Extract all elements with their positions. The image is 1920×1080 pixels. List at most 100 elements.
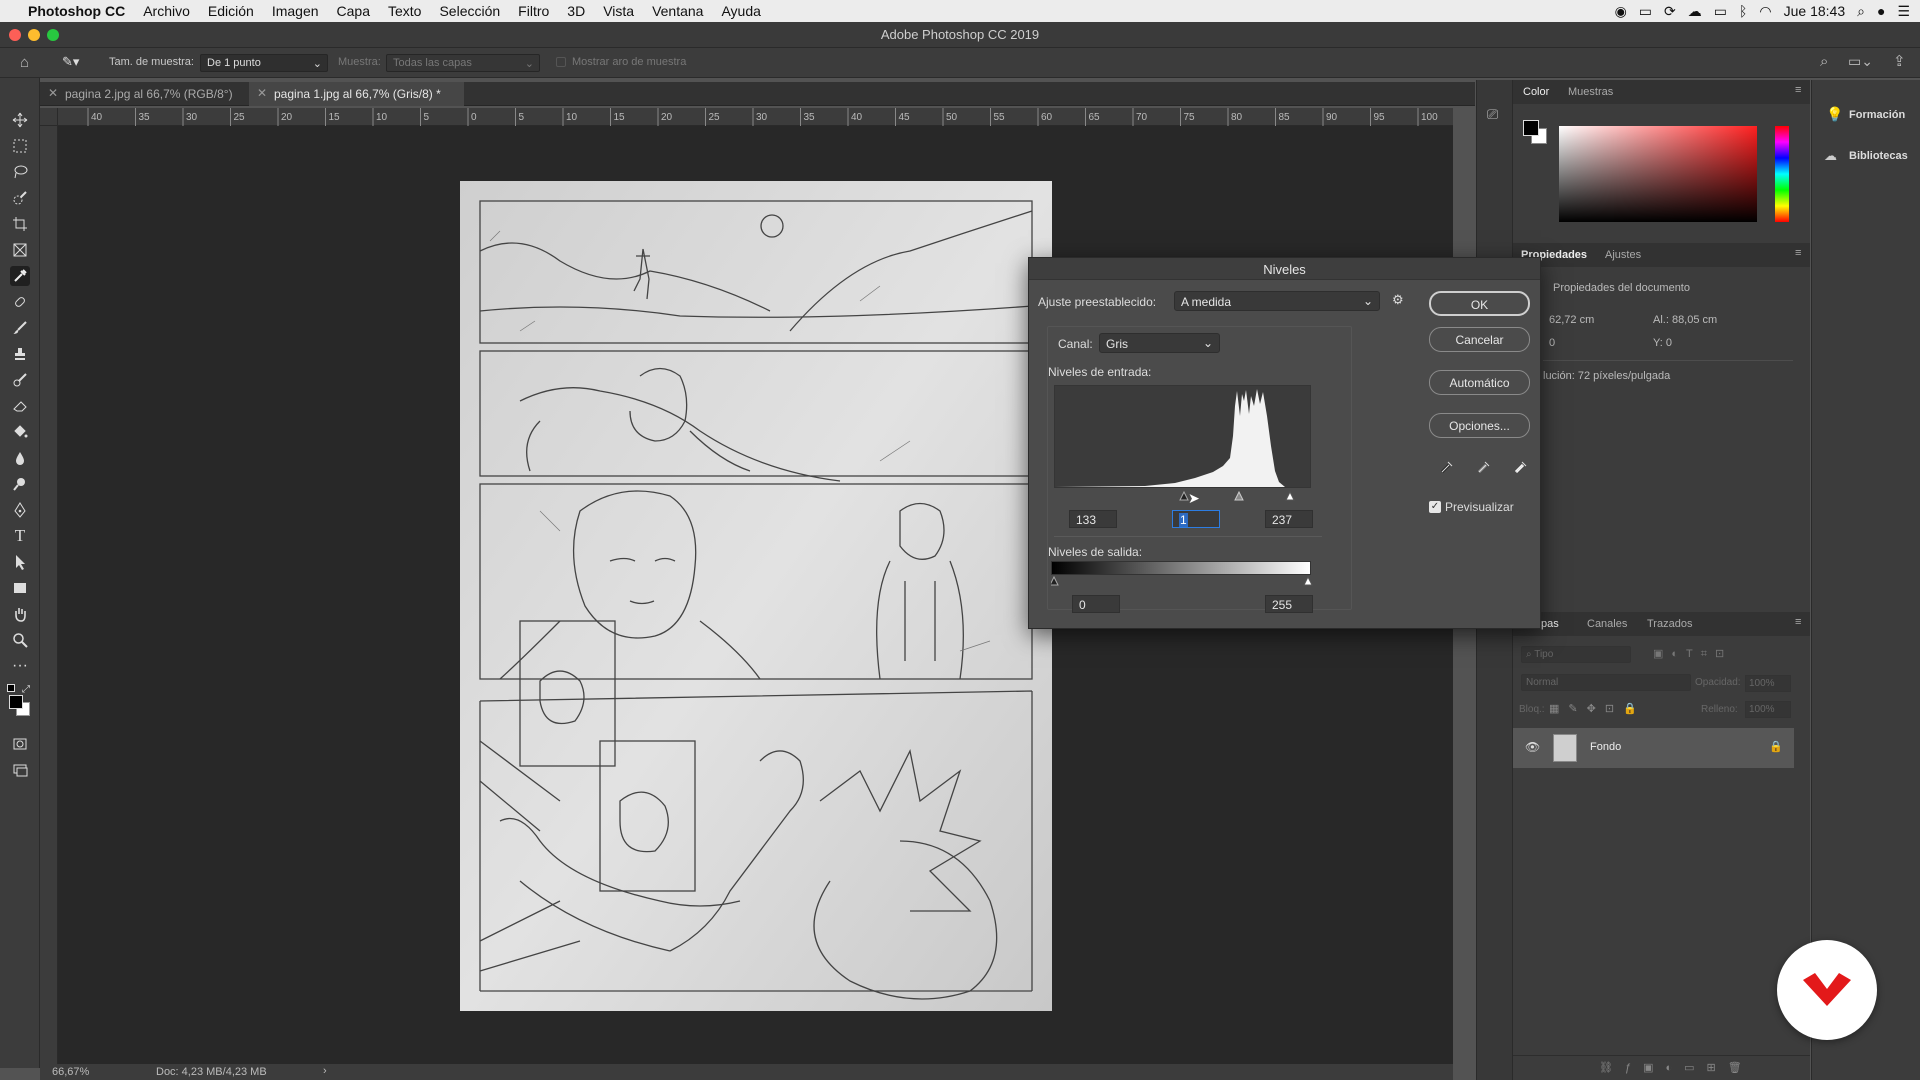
options-button[interactable]: Opciones...	[1429, 413, 1530, 438]
share-icon[interactable]: ⇪	[1893, 52, 1906, 70]
tab-paths[interactable]: Trazados	[1647, 618, 1692, 630]
output-black-field[interactable]: 0	[1072, 595, 1120, 613]
workspace-icon[interactable]: ▭⌄	[1848, 53, 1873, 70]
libraries-panel-button[interactable]: Bibliotecas	[1849, 150, 1908, 162]
output-slider[interactable]	[1051, 575, 1313, 587]
vertical-ruler[interactable]	[40, 126, 58, 1064]
airplay-icon[interactable]: ▭	[1714, 3, 1727, 20]
menu-imagen[interactable]: Imagen	[263, 3, 328, 19]
menu-archivo[interactable]: Archivo	[134, 3, 199, 19]
panel-menu-icon[interactable]: ≡	[1795, 247, 1801, 259]
crop-tool-icon[interactable]	[10, 214, 30, 234]
menu-ventana[interactable]: Ventana	[643, 3, 712, 19]
black-point-eyedropper-icon[interactable]	[1439, 459, 1455, 475]
record-icon[interactable]: ◉	[1615, 3, 1627, 20]
tab-color[interactable]: Color	[1523, 86, 1549, 98]
comic-page-image[interactable]	[460, 181, 1052, 1011]
marquee-tool-icon[interactable]	[10, 136, 30, 156]
path-selection-tool-icon[interactable]	[10, 552, 30, 572]
more-tools-icon[interactable]: ···	[10, 656, 30, 676]
learn-panel-button[interactable]: Formación	[1849, 109, 1905, 121]
default-colors-icon[interactable]	[7, 684, 15, 692]
status-menu-arrow-icon[interactable]: ›	[323, 1065, 327, 1077]
layer-name[interactable]: Fondo	[1590, 741, 1621, 753]
white-point-eyedropper-icon[interactable]	[1513, 459, 1529, 475]
menu-seleccion[interactable]: Selección	[430, 3, 509, 19]
display-icon[interactable]: ▭	[1639, 3, 1652, 20]
siri-icon[interactable]: ●	[1877, 3, 1885, 19]
doc-y[interactable]: Y: 0	[1653, 337, 1672, 349]
pen-tool-icon[interactable]	[10, 500, 30, 520]
color-picker-field[interactable]	[1559, 126, 1757, 222]
lock-icon[interactable]: 🔒	[1769, 740, 1783, 753]
hue-slider[interactable]	[1775, 126, 1789, 222]
tab-pagina-2[interactable]: ✕ pagina 2.jpg al 66,7% (RGB/8°)	[40, 82, 248, 106]
preset-options-gear-icon[interactable]: ⚙	[1392, 292, 1404, 308]
bluetooth-icon[interactable]: ᛒ	[1739, 3, 1747, 19]
zoom-level[interactable]: 66,67%	[52, 1066, 89, 1078]
ok-button[interactable]: OK	[1429, 291, 1530, 316]
layer-filter-input[interactable]: ⌕ Tipo	[1521, 646, 1631, 663]
horizontal-ruler[interactable]: 40 35 30 25 20 15 10 5 0 5 10 15 20 25 30 35 40 45 50 55 60 6…	[58, 108, 1453, 126]
visibility-eye-icon[interactable]: 👁	[1525, 740, 1540, 754]
tab-channels[interactable]: Canales	[1587, 618, 1627, 630]
blend-mode-select[interactable]: Normal	[1521, 674, 1691, 691]
input-gamma-field[interactable]: 1	[1172, 510, 1220, 528]
panel-menu-icon[interactable]: ≡	[1795, 84, 1801, 96]
search-icon[interactable]: ⌕	[1820, 53, 1828, 70]
brush-tool-icon[interactable]	[10, 318, 30, 338]
menu-app-name[interactable]: Photoshop CC	[18, 3, 134, 19]
quick-mask-icon[interactable]	[10, 734, 30, 754]
zoom-tool-icon[interactable]	[10, 630, 30, 650]
notification-center-icon[interactable]: ☰	[1897, 3, 1910, 20]
preset-select[interactable]: A medida ⌄	[1174, 291, 1380, 311]
gray-point-eyedropper-icon[interactable]	[1476, 459, 1492, 475]
preview-checkbox[interactable]: ✓	[1429, 501, 1441, 513]
tab-swatches[interactable]: Muestras	[1568, 86, 1613, 98]
color-swatches[interactable]: ⤢	[6, 684, 34, 718]
sync-icon[interactable]: ⟳	[1664, 3, 1676, 20]
rectangle-tool-icon[interactable]	[10, 578, 30, 598]
show-ring-checkbox[interactable]	[556, 57, 566, 67]
sample-layers-select[interactable]: Todas las capas ⌄	[386, 54, 540, 72]
auto-button[interactable]: Automático	[1429, 370, 1530, 395]
menu-edicion[interactable]: Edición	[199, 3, 263, 19]
input-white-field[interactable]: 237	[1265, 510, 1313, 528]
menu-filtro[interactable]: Filtro	[509, 3, 558, 19]
output-white-handle[interactable]	[1303, 575, 1313, 586]
frame-tool-icon[interactable]	[10, 240, 30, 260]
eyedropper-tool-preset-icon[interactable]: ✎▾	[62, 54, 79, 70]
blur-tool-icon[interactable]	[10, 448, 30, 468]
screen-mode-icon[interactable]	[10, 760, 30, 780]
quick-selection-tool-icon[interactable]	[10, 188, 30, 208]
move-tool-icon[interactable]	[10, 110, 30, 130]
swap-colors-icon[interactable]: ⤢	[22, 684, 30, 695]
lock-icons[interactable]: ▦✎✥⊡🔒	[1549, 702, 1646, 715]
paint-bucket-tool-icon[interactable]	[10, 422, 30, 442]
clock[interactable]: Jue 18:43	[1784, 3, 1846, 19]
input-gamma-handle[interactable]	[1234, 490, 1244, 501]
menu-ayuda[interactable]: Ayuda	[712, 3, 769, 19]
panel-menu-icon[interactable]: ≡	[1795, 616, 1801, 628]
lasso-tool-icon[interactable]	[10, 162, 30, 182]
tab-adjustments[interactable]: Ajustes	[1605, 249, 1641, 261]
eyedropper-tool-icon[interactable]	[10, 266, 30, 286]
menu-texto[interactable]: Texto	[379, 3, 430, 19]
menu-vista[interactable]: Vista	[594, 3, 643, 19]
tab-pagina-1[interactable]: ✕ pagina 1.jpg al 66,7% (Gris/8) *	[249, 82, 464, 106]
doc-x[interactable]: 0	[1549, 337, 1555, 349]
eraser-tool-icon[interactable]	[10, 396, 30, 416]
foreground-color-swatch[interactable]	[9, 695, 23, 709]
menu-capa[interactable]: Capa	[328, 3, 379, 19]
close-tab-icon[interactable]: ✕	[257, 86, 267, 100]
opacity-input[interactable]: 100%	[1745, 675, 1791, 692]
foreground-color-chip[interactable]	[1523, 120, 1539, 136]
layer-filter-icons[interactable]: ▣◐T⌗⊡	[1653, 647, 1732, 661]
input-slider[interactable]	[1054, 490, 1311, 502]
doc-height[interactable]: Al.: 88,05 cm	[1653, 314, 1717, 326]
output-white-field[interactable]: 255	[1265, 595, 1313, 613]
close-tab-icon[interactable]: ✕	[48, 86, 58, 100]
input-black-handle[interactable]	[1179, 490, 1189, 501]
output-black-handle[interactable]	[1051, 575, 1059, 586]
fill-input[interactable]: 100%	[1745, 701, 1791, 718]
